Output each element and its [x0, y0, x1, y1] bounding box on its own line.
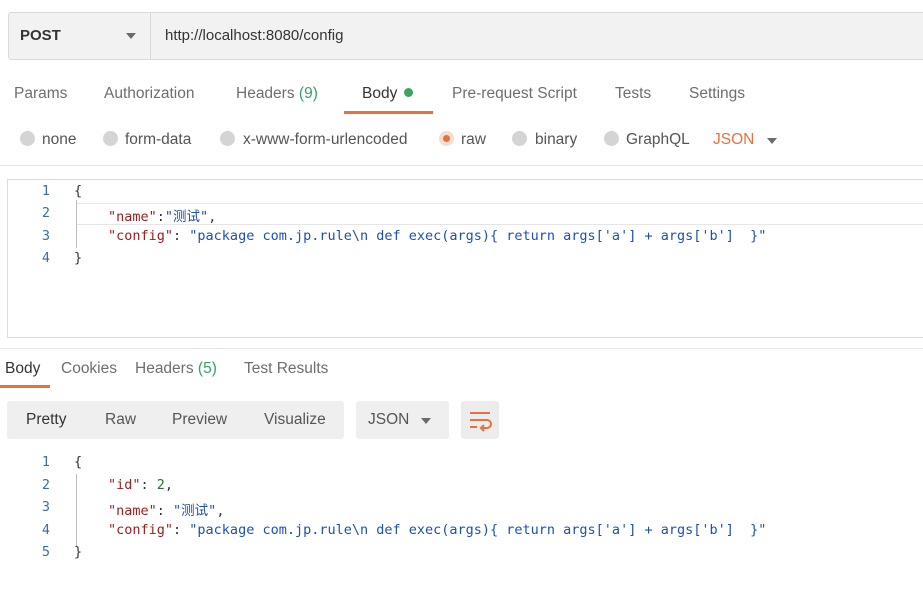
indent-guide: [76, 474, 77, 546]
json-string: "测试": [173, 503, 217, 519]
chevron-down-icon[interactable]: [767, 138, 777, 144]
tab-settings[interactable]: Settings: [689, 85, 745, 103]
tab-headers[interactable]: Headers (9): [236, 85, 318, 103]
active-response-tab-indicator: [0, 385, 50, 388]
code-line: "config": "package com.jp.rule\n def exe…: [108, 228, 767, 244]
response-tab-body[interactable]: Body: [5, 360, 40, 378]
tab-body-label: Body: [362, 85, 398, 102]
radio-label-form-data[interactable]: form-data: [125, 131, 191, 149]
response-format-label: JSON: [368, 411, 410, 428]
line-number: 1: [41, 183, 50, 199]
radio-graphql[interactable]: [604, 131, 619, 146]
radio-form-data[interactable]: [103, 131, 118, 146]
view-raw-button[interactable]: Raw: [105, 411, 136, 429]
method-label: POST: [20, 27, 61, 44]
active-tab-indicator: [344, 111, 433, 114]
response-tab-headers[interactable]: Headers (5): [135, 360, 217, 378]
radio-raw[interactable]: [439, 131, 454, 146]
headers-count-badge: (9): [298, 85, 318, 102]
code-line: "id": 2,: [108, 477, 174, 493]
json-string: "测试": [164, 209, 209, 225]
radio-label-raw[interactable]: raw: [461, 131, 486, 149]
chevron-down-icon[interactable]: [126, 33, 136, 39]
line-number: 3: [41, 499, 50, 515]
indent-guide: [76, 200, 77, 248]
chevron-down-icon[interactable]: [421, 418, 431, 424]
wrap-lines-button[interactable]: [461, 401, 499, 439]
radio-x-www-form-urlencoded[interactable]: [220, 131, 235, 146]
response-tab-headers-label: Headers: [135, 360, 194, 377]
tab-pre-request-script[interactable]: Pre-request Script: [452, 85, 577, 103]
json-key: "config": [108, 228, 174, 244]
response-tab-cookies[interactable]: Cookies: [61, 360, 117, 378]
radio-binary[interactable]: [512, 131, 527, 146]
divider: [0, 165, 923, 166]
response-headers-count-badge: (5): [197, 360, 217, 377]
json-key: "id": [108, 477, 141, 493]
tab-tests[interactable]: Tests: [615, 85, 651, 103]
view-visualize-button[interactable]: Visualize: [264, 411, 326, 429]
view-preview-button[interactable]: Preview: [172, 411, 227, 429]
tab-body[interactable]: Body: [362, 85, 414, 103]
json-key: "name": [108, 209, 157, 225]
radio-label-none[interactable]: none: [42, 131, 76, 149]
code-close-brace: }: [74, 544, 83, 560]
response-tab-test-results[interactable]: Test Results: [244, 360, 328, 378]
code-line: "name":"测试",: [108, 209, 217, 225]
radio-label-binary[interactable]: binary: [535, 131, 577, 149]
url-value: http://localhost:8080/config: [165, 27, 344, 44]
tab-params[interactable]: Params: [14, 85, 67, 103]
body-modified-dot-icon: [404, 88, 414, 97]
code-open-brace: {: [74, 454, 83, 470]
radio-label-graphql[interactable]: GraphQL: [626, 131, 690, 149]
line-number: 3: [41, 228, 50, 244]
json-number: 2: [156, 477, 165, 493]
divider: [0, 348, 923, 349]
code-close-brace: }: [74, 250, 83, 266]
tab-headers-label: Headers: [236, 85, 295, 102]
json-string: "package com.jp.rule\n def exec(args){ r…: [189, 522, 767, 538]
line-number: 2: [41, 205, 50, 221]
line-number: 4: [41, 250, 50, 266]
line-number: 4: [41, 522, 50, 538]
code-line: "name": "测试",: [108, 503, 225, 519]
line-number: 2: [41, 477, 50, 493]
radio-label-x-www-form-urlencoded[interactable]: x-www-form-urlencoded: [243, 131, 408, 149]
line-number: 1: [41, 454, 50, 470]
json-key: "config": [108, 522, 174, 538]
wrap-lines-icon: [470, 412, 492, 432]
line-number: 5: [41, 544, 50, 560]
json-string: "package com.jp.rule\n def exec(args){ r…: [189, 228, 767, 244]
code-open-brace: {: [74, 183, 83, 199]
code-line: "config": "package com.jp.rule\n def exe…: [108, 522, 767, 538]
raw-format-select[interactable]: JSON: [713, 131, 754, 149]
tab-authorization[interactable]: Authorization: [104, 85, 194, 103]
radio-none[interactable]: [20, 131, 35, 146]
json-key: "name": [108, 503, 157, 519]
view-pretty-button[interactable]: Pretty: [26, 411, 66, 429]
